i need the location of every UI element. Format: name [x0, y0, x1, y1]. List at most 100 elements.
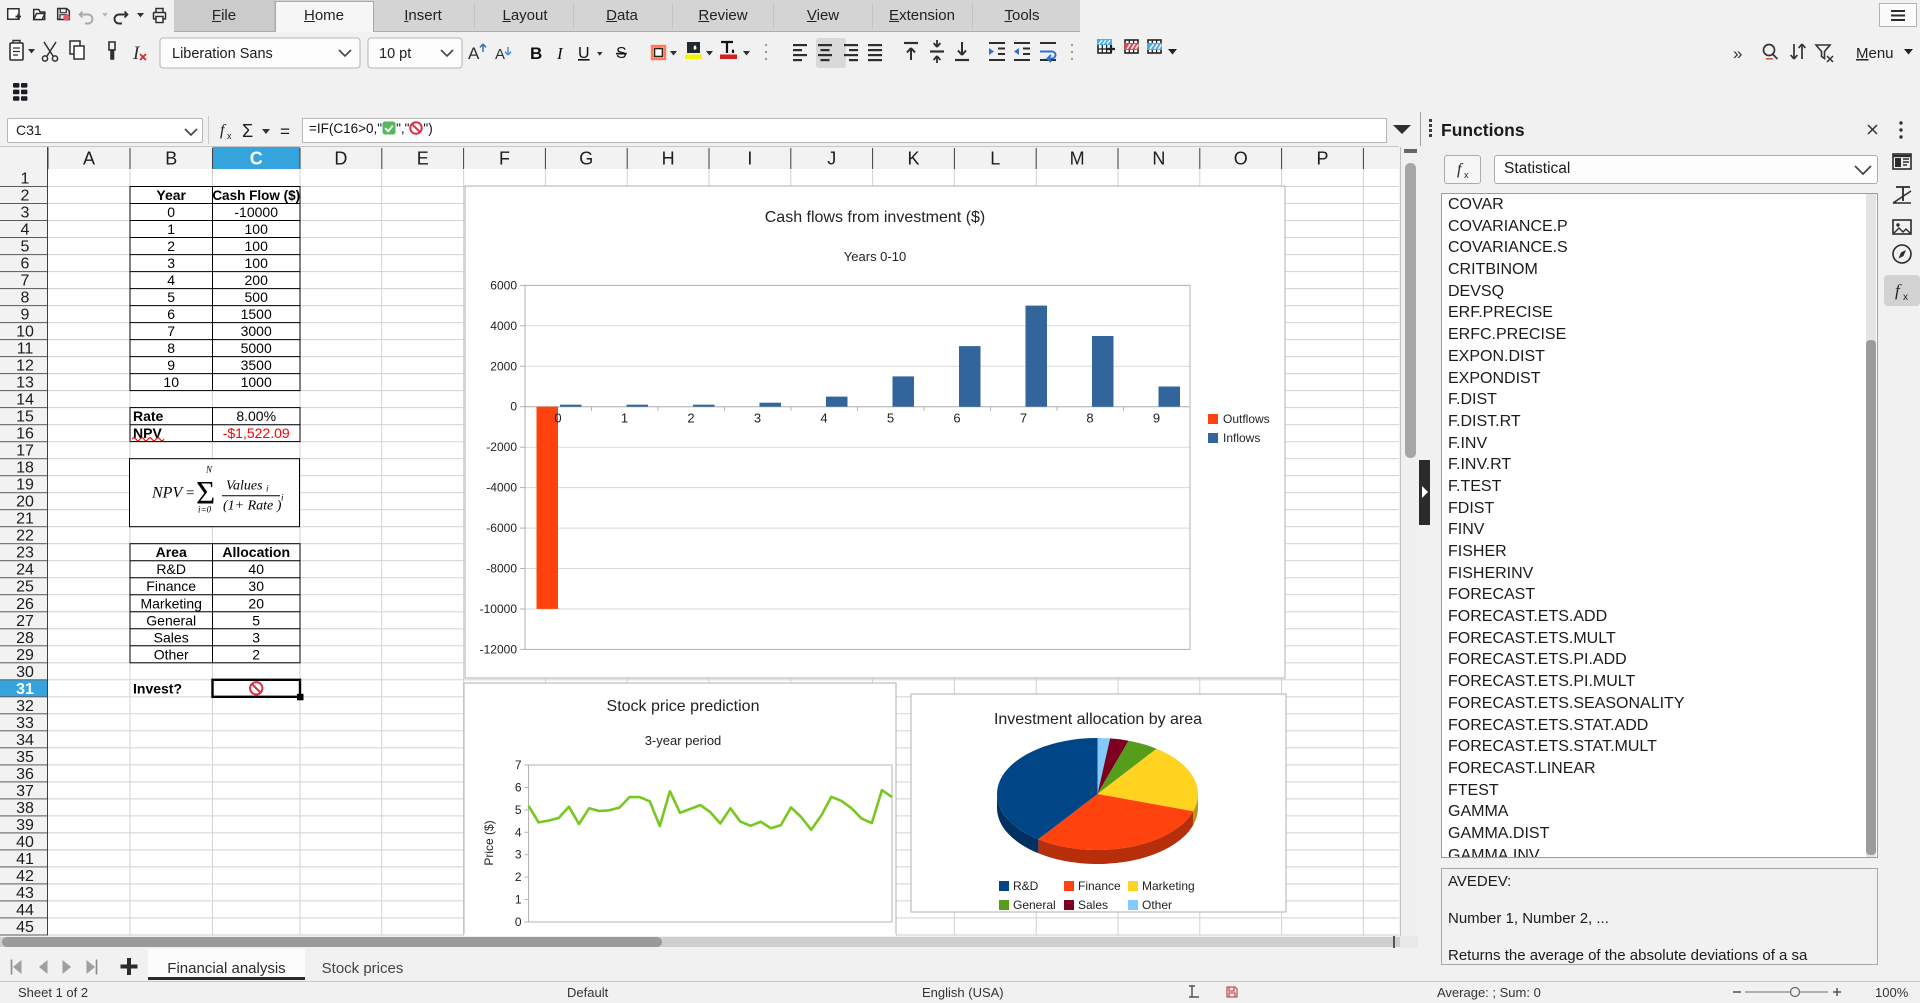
svg-text:Sales: Sales — [1078, 898, 1108, 912]
svg-text:Cash Flow ($): Cash Flow ($) — [212, 188, 300, 203]
svg-text:21: 21 — [16, 511, 34, 528]
svg-text:14: 14 — [16, 392, 34, 409]
svg-text:9: 9 — [1153, 411, 1160, 426]
svg-text:23: 23 — [16, 545, 34, 562]
svg-text:8: 8 — [21, 290, 30, 307]
svg-text:13: 13 — [16, 375, 34, 392]
svg-text:0: 0 — [167, 204, 175, 220]
svg-text:General: General — [1013, 898, 1056, 912]
svg-text:100: 100 — [245, 221, 269, 237]
svg-text:J: J — [827, 149, 836, 169]
svg-text:100: 100 — [245, 238, 269, 254]
svg-text:1000: 1000 — [241, 374, 272, 390]
svg-text:16: 16 — [16, 426, 34, 443]
svg-text:R&D: R&D — [1013, 879, 1039, 893]
svg-text:-12000: -12000 — [480, 642, 518, 656]
svg-text:General: General — [146, 612, 196, 628]
svg-text:Values: Values — [226, 479, 263, 494]
svg-text:Marketing: Marketing — [140, 595, 201, 611]
svg-text:35: 35 — [16, 749, 34, 766]
svg-text:Outflows: Outflows — [1223, 412, 1270, 426]
svg-text:43: 43 — [16, 885, 34, 902]
svg-text:=: = — [186, 486, 194, 502]
svg-text:E: E — [417, 149, 429, 169]
svg-text:20: 20 — [16, 494, 34, 511]
svg-text:Finance: Finance — [146, 578, 196, 594]
svg-text:7: 7 — [167, 323, 175, 339]
svg-text:2: 2 — [21, 188, 30, 205]
svg-text:500: 500 — [245, 289, 269, 305]
svg-text:30: 30 — [16, 664, 34, 681]
svg-text:26: 26 — [16, 596, 34, 613]
svg-text:38: 38 — [16, 800, 34, 817]
svg-text:45: 45 — [16, 919, 34, 936]
svg-text:x: x — [1464, 170, 1469, 180]
svg-text:P: P — [1316, 149, 1328, 169]
svg-text:O: O — [1234, 149, 1248, 169]
svg-text:10: 10 — [163, 374, 179, 390]
svg-text:5: 5 — [887, 411, 894, 426]
svg-text:Cash flows from investment ($): Cash flows from investment ($) — [765, 209, 986, 226]
svg-text:28: 28 — [16, 630, 34, 647]
svg-text:19: 19 — [16, 477, 34, 494]
svg-text:f: f — [1457, 161, 1464, 178]
svg-text:x: x — [1903, 292, 1908, 303]
svg-text:N: N — [1152, 149, 1165, 169]
svg-text:24: 24 — [16, 562, 34, 579]
svg-text:K: K — [907, 149, 919, 169]
svg-text:12: 12 — [16, 358, 34, 375]
svg-text:31: 31 — [16, 681, 34, 698]
svg-text:-10000: -10000 — [480, 602, 518, 616]
svg-text:N: N — [205, 465, 213, 475]
svg-text:6: 6 — [953, 411, 960, 426]
svg-text:H: H — [662, 149, 675, 169]
svg-text:2: 2 — [167, 238, 175, 254]
svg-text:Finance: Finance — [1078, 879, 1121, 893]
svg-text:NPV: NPV — [151, 485, 184, 502]
svg-text:39: 39 — [16, 817, 34, 834]
svg-text:17: 17 — [16, 443, 34, 460]
svg-text:4: 4 — [820, 411, 827, 426]
svg-text:(1+ Rate ): (1+ Rate ) — [223, 499, 282, 514]
svg-text:6: 6 — [515, 780, 522, 794]
svg-text:6: 6 — [167, 306, 175, 322]
svg-text:Inflows: Inflows — [1223, 431, 1260, 445]
svg-text:8.00%: 8.00% — [236, 408, 276, 424]
svg-text:5: 5 — [167, 289, 175, 305]
svg-text:32: 32 — [16, 698, 34, 715]
svg-text:2: 2 — [687, 411, 694, 426]
svg-text:4: 4 — [167, 272, 175, 288]
svg-text:Rate: Rate — [133, 408, 164, 424]
svg-text:F: F — [499, 149, 510, 169]
svg-text:Stock price prediction: Stock price prediction — [607, 698, 760, 715]
svg-text:6000: 6000 — [490, 278, 517, 292]
svg-text:1: 1 — [21, 171, 30, 188]
svg-text:Invest?: Invest? — [133, 680, 182, 696]
svg-text:30: 30 — [248, 578, 264, 594]
svg-text:2: 2 — [252, 646, 260, 662]
svg-text:6: 6 — [21, 256, 30, 273]
svg-text:-$1,522.09: -$1,522.09 — [223, 425, 290, 441]
svg-text:-8000: -8000 — [486, 562, 517, 576]
svg-text:22: 22 — [16, 528, 34, 545]
svg-text:0: 0 — [515, 915, 522, 929]
svg-text:7: 7 — [1020, 411, 1027, 426]
svg-text:Other: Other — [1142, 898, 1172, 912]
svg-text:M: M — [1070, 149, 1085, 169]
svg-text:18: 18 — [16, 460, 34, 477]
svg-text:9: 9 — [167, 357, 175, 373]
svg-text:5: 5 — [252, 612, 260, 628]
svg-text:7: 7 — [515, 758, 522, 772]
svg-text:3: 3 — [252, 629, 260, 645]
svg-text:C: C — [250, 149, 263, 169]
svg-text:200: 200 — [245, 272, 269, 288]
svg-text:40: 40 — [16, 834, 34, 851]
svg-text:3: 3 — [167, 255, 175, 271]
svg-text:D: D — [334, 149, 347, 169]
svg-text:3: 3 — [754, 411, 761, 426]
svg-text:29: 29 — [16, 647, 34, 664]
svg-text:1: 1 — [515, 893, 522, 907]
svg-text:4000: 4000 — [490, 319, 517, 333]
svg-text:-2000: -2000 — [486, 440, 517, 454]
svg-text:10: 10 — [16, 324, 34, 341]
